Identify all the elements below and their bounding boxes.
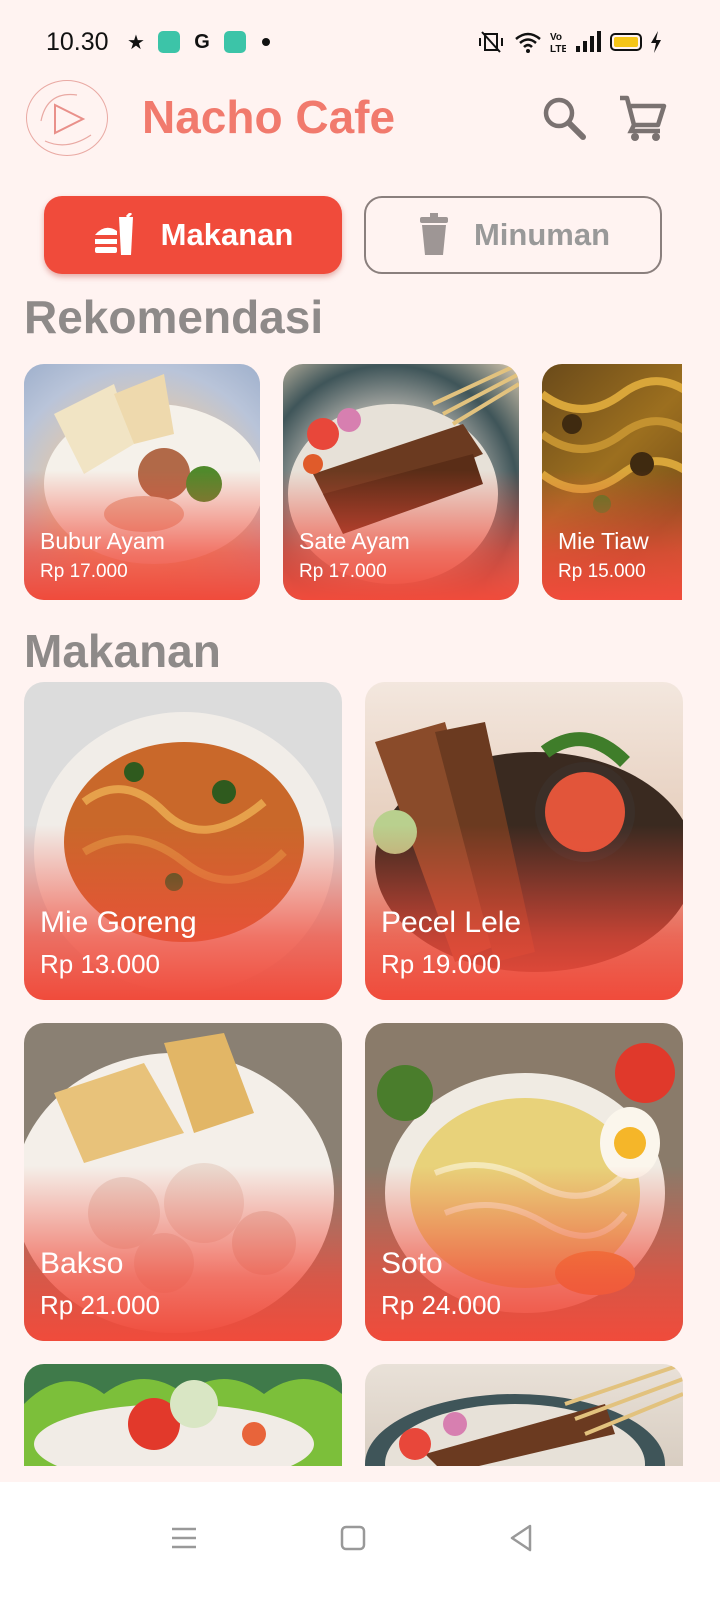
recommendation-price: Rp 17.000 [40, 561, 128, 582]
food-card-partial[interactable] [365, 1364, 683, 1466]
menu-icon [172, 1527, 196, 1549]
burger-drink-icon [94, 213, 133, 255]
recommendation-name: Bubur Ayam [40, 528, 165, 554]
recommendation-price: Rp 15.000 [558, 561, 646, 582]
recommendation-card[interactable]: Mie Tiaw Rp 15.000 [542, 364, 682, 600]
svg-text:Vo: Vo [550, 32, 562, 43]
app-notification-icon [158, 31, 180, 53]
home-square-icon [340, 1525, 366, 1551]
food-price: Rp 21.000 [40, 1290, 160, 1320]
food-card[interactable]: Mie Goreng Rp 13.000 [24, 682, 342, 1000]
svg-text:LTE: LTE [550, 44, 566, 54]
cup-icon [419, 213, 448, 255]
app-title: Nacho Cafe [142, 91, 396, 143]
system-navigation-bar [0, 1482, 720, 1600]
food-price: Rp 19.000 [381, 949, 501, 979]
charging-icon [651, 31, 661, 53]
tab-makanan-label: Makanan [160, 217, 294, 252]
menu-nav-button[interactable] [156, 1510, 212, 1566]
cart-button[interactable] [614, 90, 670, 146]
notification-icons: ★ G [124, 30, 270, 54]
food-image [24, 1364, 342, 1466]
food-image [365, 1364, 683, 1466]
food-name: Mie Goreng [40, 906, 197, 939]
vibrate-icon [479, 31, 503, 53]
food-price: Rp 24.000 [381, 1290, 501, 1320]
volte-icon: Vo LTE [550, 32, 566, 54]
tab-minuman[interactable]: Minuman [364, 196, 662, 274]
app-bar: Nacho Cafe [0, 76, 720, 160]
more-notifications-icon [262, 38, 270, 46]
chat-notification-icon [224, 31, 246, 53]
food-card[interactable]: Bakso Rp 21.000 [24, 1023, 342, 1341]
section-title-recommendations: Rekomendasi [24, 291, 324, 343]
food-card[interactable]: Pecel Lele Rp 19.000 [365, 682, 683, 1000]
food-name: Soto [381, 1247, 443, 1280]
play-logo-icon [26, 80, 108, 156]
star-icon: ★ [127, 31, 145, 54]
food-name: Pecel Lele [381, 906, 522, 939]
food-card[interactable]: Soto Rp 24.000 [365, 1023, 683, 1341]
section-title-food: Makanan [24, 625, 221, 677]
food-price: Rp 13.000 [40, 949, 160, 979]
search-icon [543, 97, 586, 140]
food-name: Bakso [40, 1247, 124, 1280]
tab-makanan[interactable]: Makanan [44, 196, 342, 274]
recommendation-card[interactable]: Bubur Ayam Rp 17.000 [24, 364, 260, 600]
recommendation-card[interactable]: Sate Ayam Rp 17.000 [283, 364, 519, 600]
recommendation-name: Sate Ayam [299, 528, 410, 554]
back-triangle-icon [510, 1524, 532, 1552]
status-time: 10.30 [46, 28, 109, 56]
home-nav-button[interactable] [325, 1510, 381, 1566]
signal-icon [576, 31, 601, 52]
google-icon: G [194, 30, 210, 53]
search-button[interactable] [536, 90, 592, 146]
recommendation-price: Rp 17.000 [299, 561, 387, 582]
recommendation-name: Mie Tiaw [558, 528, 649, 554]
wifi-icon [515, 32, 541, 53]
cart-icon [620, 95, 667, 141]
system-icons: Vo LTE [476, 30, 662, 54]
battery-icon [610, 33, 642, 51]
food-card-partial[interactable] [24, 1364, 342, 1466]
tab-minuman-label: Minuman [473, 217, 611, 252]
status-bar: 10.30 ★ G Vo LTE [0, 0, 720, 80]
back-nav-button[interactable] [493, 1510, 549, 1566]
recommendation-carousel[interactable]: Bubur Ayam Rp 17.000 Sate Ayam Rp 17.000 [0, 364, 682, 600]
